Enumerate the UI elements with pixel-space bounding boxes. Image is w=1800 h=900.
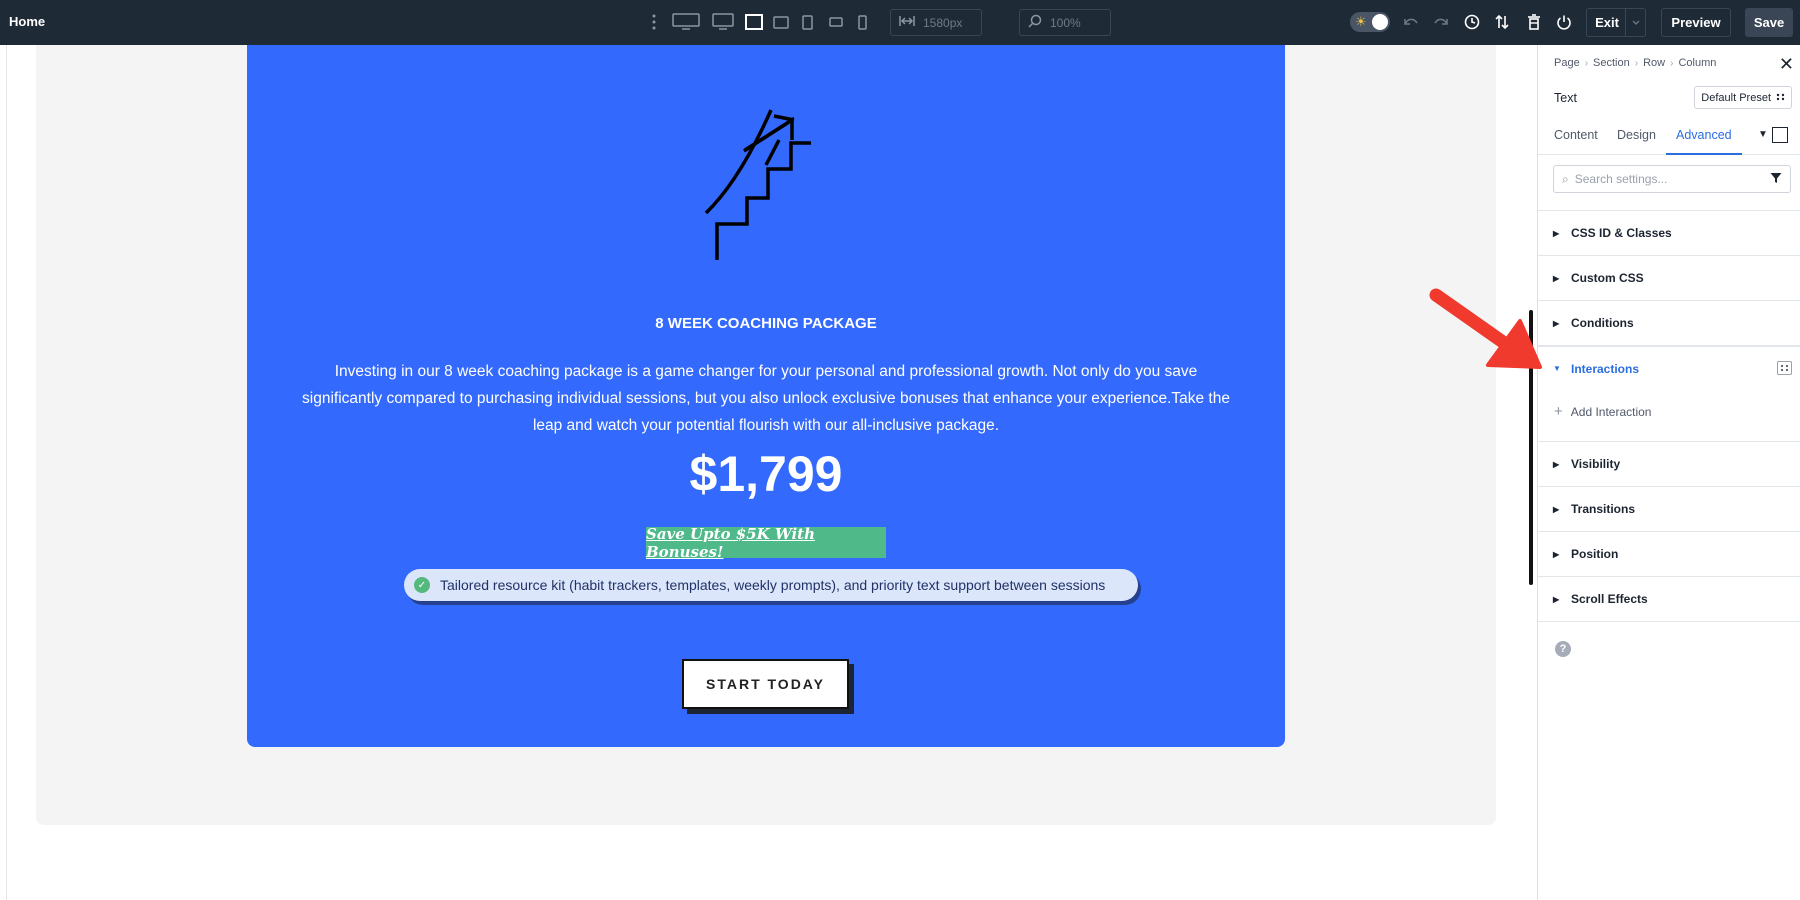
group-interactions[interactable]: ▼ Interactions [1538,346,1800,391]
panel-tabs: Content Design Advanced ▼ [1538,119,1800,155]
group-label: Position [1571,547,1619,561]
zoom-value: 100% [1050,15,1081,30]
tab-advanced[interactable]: Advanced [1676,128,1732,142]
check-icon: ✓ [414,577,430,593]
feature-text: Tailored resource kit (habit trackers, t… [440,577,1106,593]
pricing-card[interactable]: 8 WEEK COACHING PACKAGE Investing in our… [247,45,1285,747]
zoom-field[interactable]: 100% [1019,9,1111,36]
breadcrumb-column[interactable]: Column [1678,57,1716,69]
group-label: Scroll Effects [1571,592,1648,606]
preset-label: Default Preset [1701,91,1771,104]
desktop-icon[interactable] [711,13,735,31]
search-icon: ⌕ [1562,171,1569,186]
add-interaction-label: Add Interaction [1570,404,1652,419]
card-price: $1,799 [689,446,843,502]
help-icon[interactable]: ? [1555,641,1571,657]
breadcrumb-separator-icon: › [1584,57,1589,69]
group-position[interactable]: ▶ Position [1538,532,1800,577]
breadcrumb-section[interactable]: Section [1593,57,1630,69]
trash-icon[interactable] [1524,13,1544,31]
undo-icon[interactable] [1401,13,1421,31]
group-transitions[interactable]: ▶ Transitions [1538,487,1800,532]
exit-label: Exit [1595,15,1619,30]
caret-right-icon: ▶ [1553,504,1560,514]
plus-icon: + [1554,403,1563,420]
group-custom-css[interactable]: ▶ Custom CSS [1538,256,1800,301]
feature-pill: ✓ Tailored resource kit (habit trackers,… [404,569,1138,601]
caret-right-icon: ▶ [1553,459,1560,469]
tablet-icon[interactable] [800,13,814,31]
preset-options-icon [1776,92,1785,104]
settings-search: ⌕ [1553,165,1791,193]
caret-right-icon: ▶ [1553,228,1560,238]
tab-content[interactable]: Content [1554,128,1598,142]
start-today-button[interactable]: START TODAY [682,659,849,709]
group-label: Transitions [1571,502,1636,516]
group-label: CSS ID & Classes [1571,226,1672,240]
width-value: 1580px [923,15,963,30]
desktop-wide-icon[interactable] [671,13,701,31]
sort-icon[interactable] [1492,13,1512,31]
toggle-knob [1372,14,1388,30]
breadcrumb-page[interactable]: Page [1554,57,1580,69]
breadcrumb-separator-icon: › [1634,57,1639,69]
preset-select[interactable]: Default Preset [1694,86,1792,109]
bonus-badge: Save Upto $5K With Bonuses! [646,525,886,561]
group-label: Interactions [1571,361,1640,376]
zoom-icon [1028,14,1042,31]
group-label: Visibility [1571,457,1621,471]
group-scroll-effects[interactable]: ▶ Scroll Effects [1538,577,1800,622]
group-options-icon[interactable] [1777,361,1792,375]
close-icon[interactable]: ✕ [1779,55,1794,73]
group-visibility[interactable]: ▶ Visibility [1538,442,1800,487]
annotation-arrow-icon [1429,288,1542,369]
preview-button[interactable]: Preview [1661,8,1731,37]
settings-panel: Page › Section › Row › Column ✕ Text Def… [1537,45,1800,900]
phone-icon[interactable] [856,13,868,31]
laptop-icon[interactable] [744,13,764,31]
caret-right-icon: ▶ [1553,549,1560,559]
caret-right-icon: ▶ [1553,318,1560,328]
card-description: Investing in our 8 week coaching package… [302,363,1230,434]
top-toolbar: Home 1580px 100% ☀ Exit Preview Save [0,0,1800,45]
width-field[interactable]: 1580px [890,9,982,36]
page-title[interactable]: Home [9,14,45,29]
redo-icon[interactable] [1431,13,1451,31]
chevron-down-icon[interactable] [1625,9,1645,36]
caret-down-icon: ▼ [1553,364,1561,373]
module-name: Text [1554,91,1577,105]
history-icon[interactable] [1462,13,1482,31]
builder-canvas: 8 WEEK COACHING PACKAGE Investing in our… [0,45,1537,900]
tab-design[interactable]: Design [1617,128,1656,142]
square-icon[interactable] [1772,127,1788,143]
phone-landscape-icon[interactable] [827,13,845,31]
save-button[interactable]: Save [1745,8,1793,37]
caret-right-icon: ▶ [1553,594,1560,604]
group-css-id-classes[interactable]: ▶ CSS ID & Classes [1538,211,1800,256]
width-icon [899,15,915,30]
kebab-icon[interactable] [649,13,659,31]
breadcrumb-separator-icon: › [1670,57,1674,69]
breadcrumb-row[interactable]: Row [1643,57,1665,69]
caret-down-icon[interactable]: ▼ [1758,129,1768,140]
growth-stairs-icon [704,109,811,260]
active-tab-indicator [1666,153,1742,155]
tablet-landscape-icon[interactable] [772,13,790,31]
group-label: Custom CSS [1571,271,1644,285]
group-conditions[interactable]: ▶ Conditions [1538,301,1800,346]
caret-right-icon: ▶ [1553,273,1560,283]
sun-icon: ☀ [1355,14,1367,29]
card-title: 8 WEEK COACHING PACKAGE [655,315,877,332]
exit-button[interactable]: Exit [1586,8,1646,37]
breadcrumb: Page › Section › Row › Column [1554,57,1716,69]
search-input[interactable] [1574,172,1755,186]
canvas-edge [6,45,7,900]
add-interaction-button[interactable]: + Add Interaction [1554,403,1651,420]
group-label: Conditions [1571,316,1634,330]
power-icon[interactable] [1554,13,1574,31]
theme-toggle[interactable]: ☀ [1350,12,1390,32]
filter-icon[interactable] [1770,172,1782,187]
